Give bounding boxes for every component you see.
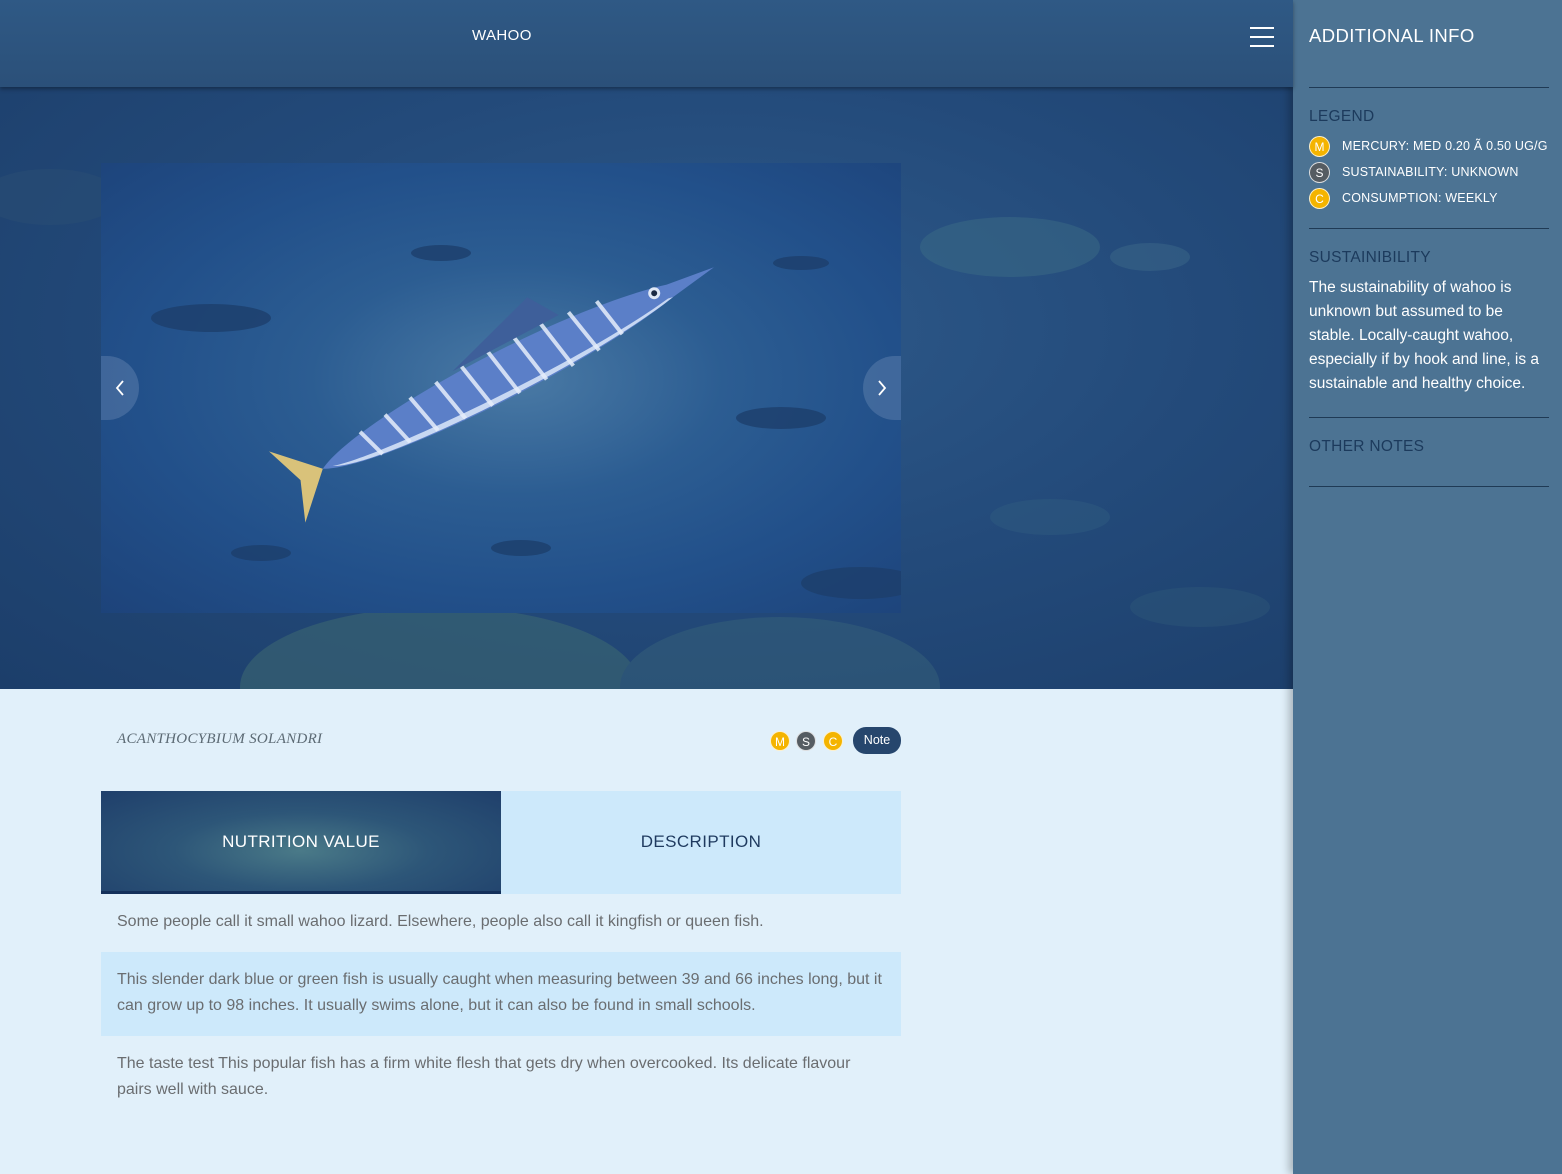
sustainability-badge: S — [796, 731, 816, 751]
divider — [1309, 228, 1549, 229]
divider — [1309, 486, 1549, 487]
additional-info-sidebar: ADDITIONAL INFO LEGEND M MERCURY: MED 0.… — [1293, 0, 1562, 1174]
tab-description[interactable]: DESCRIPTION — [501, 791, 901, 894]
tab-nutrition-value[interactable]: NUTRITION VALUE — [101, 791, 501, 894]
legend-label: CONSUMPTION: WEEKLY — [1342, 191, 1498, 205]
mercury-badge: M — [770, 731, 790, 751]
note-button[interactable]: Note — [853, 727, 901, 754]
description-paragraph: Some people call it small wahoo lizard. … — [117, 913, 764, 930]
legend-label: SUSTAINABILITY: UNKNOWN — [1342, 165, 1519, 179]
mercury-badge: M — [1309, 136, 1330, 157]
top-app-bar: WAHOO — [0, 0, 1293, 87]
consumption-badge: C — [1309, 188, 1330, 209]
legend-heading: LEGEND — [1309, 108, 1375, 125]
image-gallery — [101, 163, 901, 613]
page-title: WAHOO — [472, 27, 532, 44]
wahoo-fish-image — [151, 245, 901, 599]
consumption-badge: C — [823, 731, 843, 751]
sustainability-heading: SUSTAINIBILITY — [1309, 249, 1431, 266]
chevron-right-icon — [878, 380, 887, 396]
divider — [1309, 417, 1549, 418]
hamburger-menu-icon[interactable] — [1250, 25, 1274, 49]
sustainability-text: The sustainability of wahoo is unknown b… — [1309, 279, 1540, 392]
hero-background — [0, 87, 1293, 689]
description-paragraph: This slender dark blue or green fish is … — [101, 952, 901, 1036]
description-paragraph: The taste test This popular fish has a f… — [117, 1055, 851, 1098]
sidebar-title: ADDITIONAL INFO — [1309, 25, 1475, 46]
other-notes-heading: OTHER NOTES — [1309, 438, 1425, 455]
sustainability-badge: S — [1309, 162, 1330, 183]
divider — [1309, 87, 1549, 88]
legend-label: MERCURY: MED 0.20 Ã 0.50 UG/G — [1342, 139, 1548, 153]
chevron-left-icon — [115, 380, 124, 396]
scientific-name: ACANTHOCYBIUM SOLANDRI — [117, 731, 323, 747]
